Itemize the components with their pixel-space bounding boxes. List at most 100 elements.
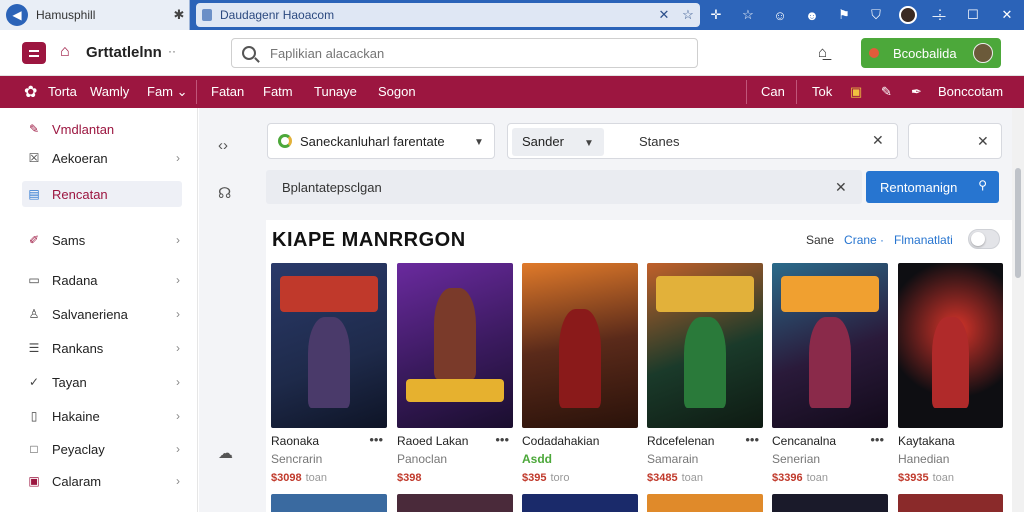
game-cover-image[interactable] [647,263,763,428]
chevron-right-icon: › [176,273,180,287]
game-card[interactable]: Cencanalna ••• Senerian $3396 toan [772,263,888,484]
address-bar[interactable]: Daudagenr Haoacom ✕ ☆ [196,3,700,27]
smiley-icon[interactable]: ☺ [764,8,796,23]
sort-select[interactable]: Sander ▼ [512,128,604,156]
nav-item-middle-2[interactable]: Tunaye [314,84,357,99]
profile-avatar[interactable] [899,6,917,24]
badge-icon[interactable]: ▣ [850,84,862,100]
nav-item-right-0[interactable]: Can [761,84,785,99]
game-title[interactable]: Raoed Lakan [397,434,468,448]
game-cover-image[interactable] [898,263,1003,428]
sidebar-item-9[interactable]: □ Peyaclay › [22,436,182,462]
view-toggle[interactable] [968,229,1000,249]
game-card[interactable]: Kaytakana Hanedian $3935 toan [898,263,1003,484]
nav-item-middle-0[interactable]: Fatan [211,84,244,99]
collapse-icon[interactable]: ‹› [218,137,228,154]
chevron-right-icon: › [176,375,180,389]
sort-value[interactable]: Stanes [639,134,679,149]
more-options-icon[interactable]: ••• [369,432,383,447]
game-title[interactable]: Codadahakian [522,434,599,448]
nav-item-right-2[interactable]: Bonccotam [938,84,1003,99]
scroll-thumb[interactable] [1015,168,1021,278]
extra-filter[interactable]: ✕ [908,123,1002,159]
nav-item-right-1[interactable]: Tok [812,84,832,99]
sidebar-item-8[interactable]: ▯ Hakaine › [22,403,182,429]
star-icon[interactable]: ☆ [676,7,700,23]
nav-item-left-1[interactable]: Wamly [90,84,129,99]
flower-logo-icon[interactable]: ✿ [24,82,37,102]
close-icon[interactable]: ✕ [977,133,989,150]
game-cover-image[interactable] [522,263,638,428]
url-text[interactable]: Daudagenr Haoacom [220,8,652,22]
maximize-button[interactable]: ☐ [956,7,990,23]
tab-close-icon[interactable]: ✱ [169,7,189,23]
search-button[interactable]: Rentomanign ⚲ [866,171,999,203]
sidebar-item-6[interactable]: ☰ Rankans › [22,335,182,361]
brand-logo-icon[interactable]: ⌂ [60,43,70,61]
clear-sort-icon[interactable]: ✕ [872,132,884,149]
game-title[interactable]: Raonaka [271,434,319,448]
game-card[interactable]: Rdcefelenan ••• Samarain $3485 toan [647,263,763,484]
game-title[interactable]: Cencanalna [772,434,836,448]
clear-keyword-icon[interactable]: ✕ [835,179,847,196]
game-card-peek[interactable] [898,494,1003,512]
flag-icon[interactable]: ⚑ [828,7,860,23]
game-card-peek[interactable] [522,494,638,512]
minimize-button[interactable]: — [922,8,956,23]
sidebar-item-4[interactable]: ▭ Radana › [22,267,182,293]
sidebar-item-0[interactable]: ✎ Vmdlantan [22,116,182,142]
cart-icon[interactable]: ⌂̲ [818,44,827,61]
game-title[interactable]: Kaytakana [898,434,955,448]
game-card[interactable]: Codadahakian Asdd $395 toro [522,263,638,484]
sidebar-item-1[interactable]: ☒ Aekoeran › [22,145,182,171]
sidebar-item-7[interactable]: ✓ Tayan › [22,369,182,395]
shield-icon[interactable]: ⛉ [860,7,892,23]
brand-dropdown-icon[interactable]: ·· [168,44,176,58]
store-select[interactable]: Saneckanluharl farentate ▼ [267,123,495,159]
store-select-value: Saneckanluharl farentate [300,133,445,149]
hamburger-menu-icon[interactable] [22,42,46,64]
more-options-icon[interactable]: ••• [495,432,509,447]
nav-item-left-0[interactable]: Torta [48,84,77,99]
back-icon[interactable]: ◀ [6,4,28,26]
pen-icon[interactable]: ✒ [911,84,922,100]
game-card-peek[interactable] [647,494,763,512]
clear-url-icon[interactable]: ✕ [652,7,676,23]
sidebar-item-3[interactable]: ✐ Sams › [22,227,182,253]
keyword-field[interactable]: Bplantatepsclgan [266,170,862,204]
sidebar-item-10[interactable]: ▣ Calaram › [22,468,182,494]
scrollbar[interactable] [1012,108,1024,512]
support-icon[interactable]: ☊ [218,184,231,202]
game-title[interactable]: Rdcefelenan [647,434,714,448]
search-input[interactable] [270,45,670,61]
sort-link-0[interactable]: Sane [806,233,834,247]
bookmark-icon[interactable]: ☆ [732,7,764,23]
chevron-right-icon: › [176,474,180,488]
sidebar-item-5[interactable]: ♙ Salvaneriena › [22,301,182,327]
game-cover-image[interactable] [772,263,888,428]
game-card[interactable]: Raoed Lakan ••• Panoclan $398 [397,263,513,484]
account-button[interactable]: Bcocbalida [861,38,1001,68]
game-cover-image[interactable] [271,263,387,428]
more-options-icon[interactable]: ••• [870,432,884,447]
cloud-icon[interactable]: ☁ [218,444,233,462]
sort-link-2[interactable]: Flmanatlati [894,233,953,247]
game-card-peek[interactable] [271,494,387,512]
tools-icon[interactable]: ✎ [881,84,892,100]
sort-link-1[interactable]: Crane · [844,233,884,247]
search-box[interactable] [231,38,698,68]
game-card-peek[interactable] [772,494,888,512]
game-card[interactable]: Raonaka ••• Sencrarin $3098 toan [271,263,387,484]
game-card-peek[interactable] [397,494,513,512]
close-window-button[interactable]: ✕ [990,7,1024,23]
brand-name[interactable]: Grttatlelnn [86,44,162,61]
nav-item-middle-3[interactable]: Sogon [378,84,416,99]
extension-icon[interactable]: ✛ [700,7,732,23]
browser-tab[interactable]: ◀ Hamusphill ✱ [0,0,190,30]
more-options-icon[interactable]: ••• [745,432,759,447]
nav-item-left-2[interactable]: Fam ⌄ [147,84,188,100]
chat-icon[interactable]: ☻ [796,8,828,23]
nav-item-middle-1[interactable]: Fatm [263,84,293,99]
sidebar-item-2[interactable]: ▤ Rencatan [22,181,182,207]
game-cover-image[interactable] [397,263,513,428]
